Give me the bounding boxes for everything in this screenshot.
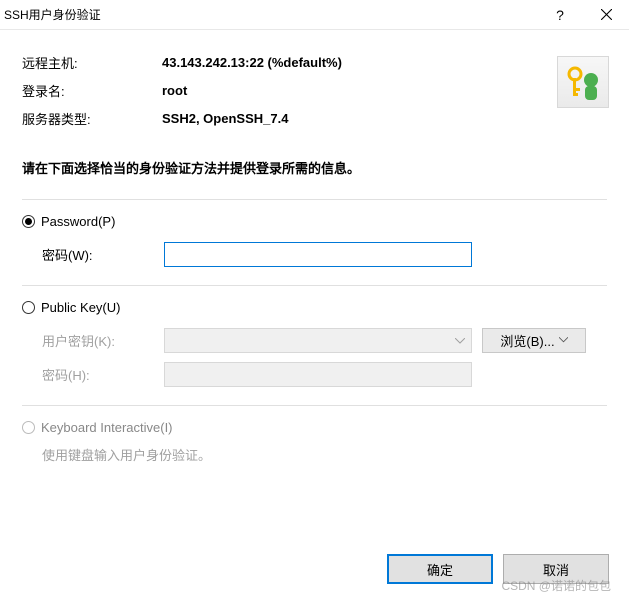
publickey-password-label: 密码(H): [42, 365, 164, 384]
remote-host-label: 远程主机: [22, 53, 162, 72]
dialog-content: 远程主机: 43.143.242.13:22 (%default%) 登录名: … [0, 30, 629, 464]
ok-button-label: 确定 [427, 560, 453, 579]
browse-button[interactable]: 浏览(B)... [482, 328, 586, 353]
auth-password-group: Password(P) 密码(W): [22, 200, 607, 269]
publickey-radio[interactable] [22, 301, 35, 314]
keyboard-hint: 使用键盘输入用户身份验证。 [42, 445, 607, 464]
remote-host-value: 43.143.242.13:22 (%default%) [162, 55, 342, 70]
cancel-button[interactable]: 取消 [503, 554, 609, 584]
userkey-field-row: 用户密钥(K): 浏览(B)... [42, 325, 607, 355]
close-button[interactable] [583, 0, 629, 30]
password-radio-row[interactable]: Password(P) [22, 214, 607, 229]
chevron-down-icon [559, 337, 568, 343]
publickey-radio-label: Public Key(U) [41, 300, 120, 315]
titlebar: SSH用户身份验证 ? [0, 0, 629, 30]
key-user-icon [557, 56, 609, 108]
login-label: 登录名: [22, 81, 162, 100]
password-field-row: 密码(W): [42, 239, 607, 269]
cancel-button-label: 取消 [543, 560, 569, 579]
keyboard-radio [22, 421, 35, 434]
publickey-password-row: 密码(H): [42, 359, 607, 389]
login-row: 登录名: root [22, 76, 607, 104]
help-button[interactable]: ? [537, 0, 583, 30]
dialog-title: SSH用户身份验证 [4, 6, 537, 23]
connection-info: 远程主机: 43.143.242.13:22 (%default%) 登录名: … [22, 48, 607, 132]
userkey-field-label: 用户密钥(K): [42, 331, 164, 350]
auth-publickey-group: Public Key(U) 用户密钥(K): 浏览(B)... 密码(H): [22, 286, 607, 389]
password-radio[interactable] [22, 215, 35, 228]
remote-host-row: 远程主机: 43.143.242.13:22 (%default%) [22, 48, 607, 76]
keyboard-radio-row: Keyboard Interactive(I) [22, 420, 607, 435]
instruction-text: 请在下面选择恰当的身份验证方法并提供登录所需的信息。 [22, 158, 607, 177]
keyboard-radio-label: Keyboard Interactive(I) [41, 420, 173, 435]
dialog-footer: 确定 取消 [387, 554, 609, 584]
auth-keyboard-group: Keyboard Interactive(I) 使用键盘输入用户身份验证。 [22, 406, 607, 464]
server-type-value: SSH2, OpenSSH_7.4 [162, 111, 288, 126]
server-type-label: 服务器类型: [22, 109, 162, 128]
chevron-down-icon [455, 333, 465, 347]
close-icon [601, 9, 612, 20]
server-type-row: 服务器类型: SSH2, OpenSSH_7.4 [22, 104, 607, 132]
browse-button-label: 浏览(B)... [500, 331, 554, 350]
publickey-radio-row[interactable]: Public Key(U) [22, 300, 607, 315]
password-field-label: 密码(W): [42, 245, 164, 264]
publickey-password-input [164, 362, 472, 387]
password-input[interactable] [164, 242, 472, 267]
userkey-dropdown [164, 328, 472, 353]
ok-button[interactable]: 确定 [387, 554, 493, 584]
login-value: root [162, 83, 187, 98]
password-radio-label: Password(P) [41, 214, 115, 229]
